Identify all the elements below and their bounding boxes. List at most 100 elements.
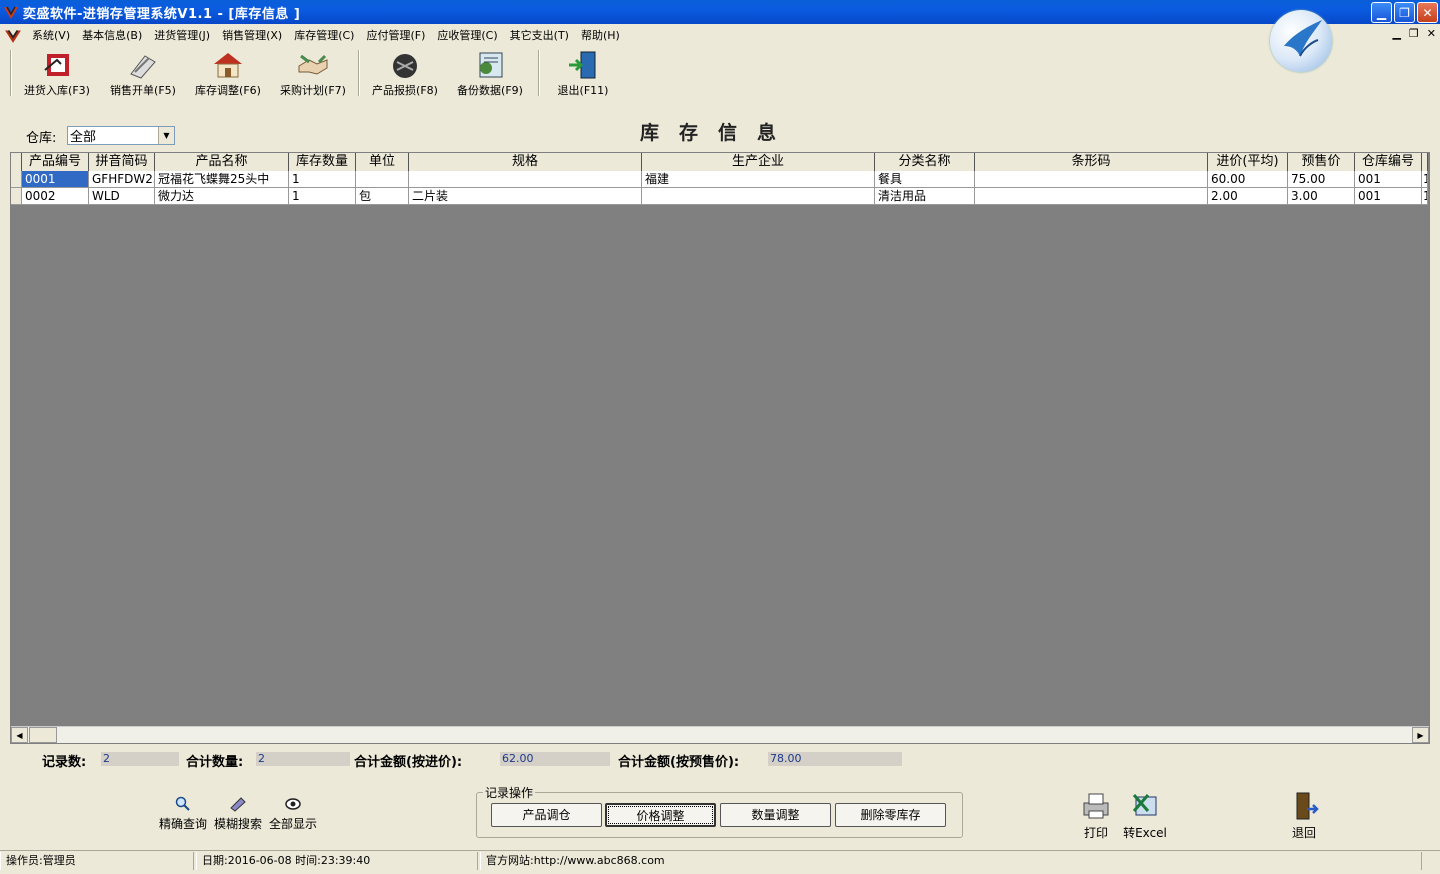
cell[interactable]: 1 (289, 171, 356, 188)
print-button[interactable]: 打印 (1078, 791, 1114, 841)
table-row[interactable]: 0002 WLD 微力达 1 包 二片装 清洁用品 2.00 3.00 001 … (11, 188, 1428, 205)
menu-system[interactable]: 系统(V) (26, 27, 76, 43)
excel-icon (1132, 794, 1157, 816)
cell[interactable]: 60.00 (1208, 171, 1288, 188)
chevron-down-icon[interactable]: ▼ (158, 127, 174, 144)
cell[interactable]: 75.00 (1288, 171, 1355, 188)
product-loss-icon (393, 54, 417, 78)
exit-door-icon (569, 51, 596, 79)
col-pinyin-code[interactable]: 拼音简码 (89, 153, 155, 171)
exit-button[interactable]: 退出(F11) (546, 48, 620, 98)
menu-help[interactable]: 帮助(H) (575, 27, 626, 43)
minimize-button[interactable]: ▁ (1371, 2, 1392, 23)
cell[interactable]: 1 (1422, 171, 1428, 188)
restore-button[interactable]: ❐ (1394, 2, 1415, 23)
purchase-plan-button[interactable]: 采购计划(F7) (274, 48, 352, 98)
title-bar: 奕盛软件-进销存管理系统V1.1 - [库存信息 ] ▁ ❐ ✕ (0, 0, 1440, 24)
col-manufacturer[interactable]: 生产企业 (642, 153, 875, 171)
scroll-left-icon[interactable]: ◀ (11, 727, 28, 743)
cell[interactable]: 001 (1355, 171, 1422, 188)
col-presale-price[interactable]: 预售价 (1288, 153, 1355, 171)
cell[interactable]: GFHFDW25T (89, 171, 155, 188)
col-category[interactable]: 分类名称 (875, 153, 975, 171)
cell[interactable]: 餐具 (875, 171, 975, 188)
col-barcode[interactable]: 条形码 (975, 153, 1208, 171)
cell[interactable]: 0001 (22, 171, 89, 188)
show-all-button[interactable]: 全部显示 (268, 796, 318, 832)
fuzzy-search-icon (230, 797, 246, 812)
menu-receivables[interactable]: 应收管理(C) (431, 27, 503, 43)
stock-in-button[interactable]: 进货入库(F3) (18, 48, 96, 98)
cell[interactable]: 0002 (22, 188, 89, 205)
warehouse-select[interactable]: 全部 ▼ (67, 126, 175, 145)
record-ops-title: 记录操作 (483, 784, 536, 801)
summary-bar: 记录数: 2 合计数量: 2 合计金额(按进价): 62.00 合计金额(按预售… (0, 751, 1440, 770)
close-button[interactable]: ✕ (1417, 2, 1438, 23)
fuzzy-search-button[interactable]: 模糊搜索 (213, 796, 263, 832)
cell[interactable]: 清洁用品 (875, 188, 975, 205)
col-product-code[interactable]: 产品编号 (22, 153, 89, 171)
status-website: 官方网站:http://www.abc868.com (480, 852, 1422, 870)
total-qty-label: 合计数量: (186, 755, 244, 770)
transfer-warehouse-button[interactable]: 产品调仓 (491, 803, 602, 827)
handshake-icon (298, 54, 328, 75)
cell[interactable]: 二片装 (409, 188, 642, 205)
qty-adjust-button[interactable]: 数量调整 (720, 803, 831, 827)
grid-header: 产品编号 拼音简码 产品名称 库存数量 单位 规格 生产企业 分类名称 条形码 … (11, 153, 1428, 171)
cell[interactable]: 福建 (642, 171, 875, 188)
warehouse-label: 仓库: (26, 131, 57, 146)
col-avg-cost[interactable]: 进价(平均) (1208, 153, 1288, 171)
sales-order-icon (130, 55, 156, 79)
sales-order-button[interactable]: 销售开单(F5) (104, 48, 182, 98)
col-unit[interactable]: 单位 (356, 153, 409, 171)
col-warehouse-code[interactable]: 仓库编号 (1355, 153, 1422, 171)
table-row[interactable]: 0001 GFHFDW25T 冠福花飞蝶舞25头中 1 福建 餐具 60.00 … (11, 171, 1428, 188)
cell[interactable] (642, 188, 875, 205)
exit-door-icon (1296, 792, 1319, 820)
cell[interactable]: 冠福花飞蝶舞25头中 (155, 171, 289, 188)
cell[interactable]: 2.00 (1208, 188, 1288, 205)
cell[interactable] (975, 188, 1208, 205)
menu-payables[interactable]: 应付管理(F) (360, 27, 431, 43)
cell[interactable] (356, 171, 409, 188)
cell[interactable] (975, 171, 1208, 188)
menu-purchase[interactable]: 进货管理(J) (148, 27, 216, 43)
status-operator: 操作员:管理员 (0, 852, 194, 870)
mdi-close-button[interactable]: ✕ (1427, 27, 1436, 40)
cell[interactable]: 微力达 (155, 188, 289, 205)
cell[interactable] (409, 171, 642, 188)
total-cost-value: 62.00 (500, 752, 610, 766)
cell[interactable]: 1 (289, 188, 356, 205)
menu-basic-info[interactable]: 基本信息(B) (76, 27, 148, 43)
brand-logo-icon (1270, 10, 1332, 72)
scroll-thumb[interactable] (29, 727, 57, 743)
cell[interactable]: 1 (1422, 188, 1428, 205)
col-overflow (1422, 153, 1428, 171)
export-excel-button[interactable]: 转Excel (1122, 791, 1168, 841)
price-adjust-button[interactable]: 价格调整 (605, 803, 716, 827)
menu-other-expense[interactable]: 其它支出(T) (504, 27, 575, 43)
cell[interactable]: 001 (1355, 188, 1422, 205)
col-stock-qty[interactable]: 库存数量 (289, 153, 356, 171)
mdi-minimize-button[interactable]: ▁ (1392, 27, 1400, 40)
status-bar: 操作员:管理员 日期:2016-06-08 时间:23:39:40 官方网站:h… (0, 850, 1440, 870)
menu-inventory[interactable]: 库存管理(C) (288, 27, 360, 43)
cell[interactable]: WLD (89, 188, 155, 205)
col-spec[interactable]: 规格 (409, 153, 642, 171)
backup-button[interactable]: 备份数据(F9) (451, 48, 529, 98)
stock-adjust-button[interactable]: 库存调整(F6) (189, 48, 267, 98)
delete-zero-stock-button[interactable]: 删除零库存 (835, 803, 946, 827)
mdi-restore-button[interactable]: ❐ (1409, 27, 1419, 40)
cell[interactable]: 包 (356, 188, 409, 205)
inventory-grid[interactable]: 产品编号 拼音简码 产品名称 库存数量 单位 规格 生产企业 分类名称 条形码 … (10, 152, 1430, 744)
cell[interactable]: 3.00 (1288, 188, 1355, 205)
menu-bar: 系统(V) 基本信息(B) 进货管理(J) 销售管理(X) 库存管理(C) 应付… (0, 24, 1440, 46)
menu-logo-icon[interactable] (4, 26, 22, 44)
exact-search-button[interactable]: 精确查询 (158, 796, 208, 832)
back-button[interactable]: 退回 (1286, 791, 1322, 841)
menu-sales[interactable]: 销售管理(X) (216, 27, 288, 43)
product-loss-button[interactable]: 产品报损(F8) (366, 48, 444, 98)
scroll-right-icon[interactable]: ▶ (1412, 727, 1429, 743)
horizontal-scrollbar[interactable]: ◀ ▶ (11, 726, 1429, 743)
col-product-name[interactable]: 产品名称 (155, 153, 289, 171)
